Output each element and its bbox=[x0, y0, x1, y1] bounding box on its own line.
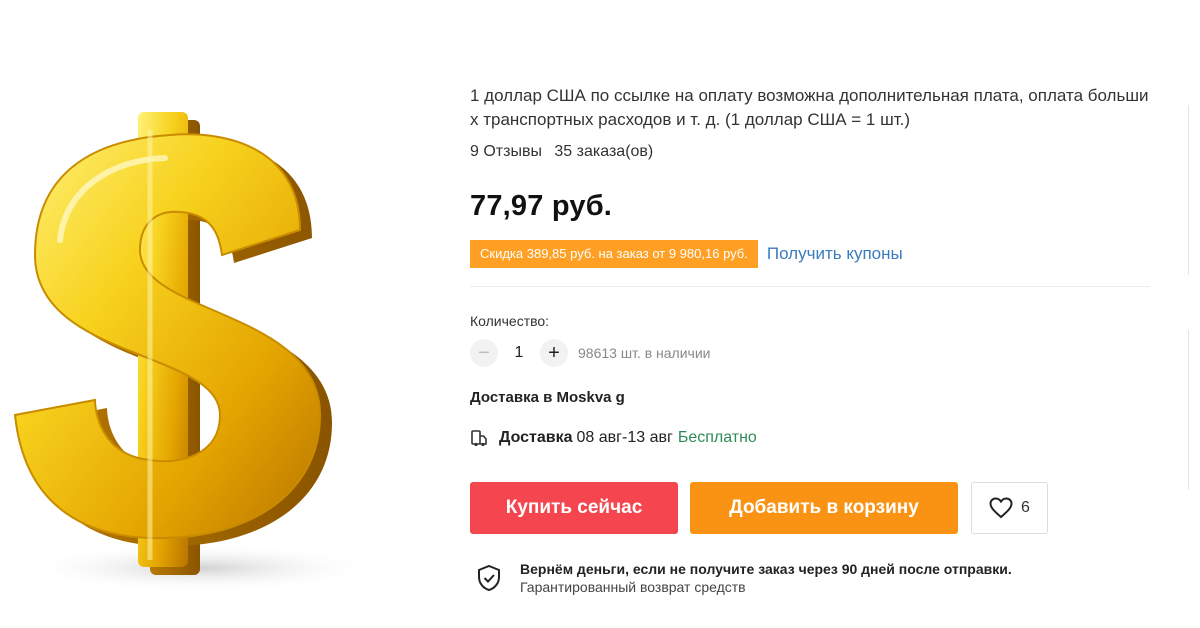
side-panel-edge bbox=[1188, 105, 1200, 275]
reviews-count[interactable]: 9 Отзывы bbox=[470, 143, 542, 160]
product-info-panel: 1 доллар США по ссылке на оплату возможн… bbox=[467, 0, 1170, 628]
product-title: 1 доллар США по ссылке на оплату возможн… bbox=[470, 86, 1149, 129]
quantity-stepper: − 1 + 98613 шт. в наличии bbox=[470, 338, 710, 368]
product-price: 77,97 руб. bbox=[470, 190, 613, 222]
delivery-info: Доставка 08 авг-13 авг Бесплатно bbox=[470, 429, 757, 447]
quantity-decrease-button[interactable]: − bbox=[470, 339, 498, 367]
wishlist-count: 6 bbox=[1021, 499, 1030, 516]
guarantee-subtitle: Гарантированный возврат средств bbox=[520, 579, 746, 595]
delivery-label: Доставка bbox=[499, 429, 573, 446]
product-image[interactable] bbox=[0, 0, 440, 628]
buyer-protection: Вернём деньги, если не получите заказ че… bbox=[476, 560, 1012, 596]
truck-icon bbox=[471, 430, 487, 447]
product-stats: 9 Отзывы 35 заказа(ов) bbox=[470, 143, 653, 161]
delivery-destination[interactable]: Доставка в Moskva g bbox=[470, 389, 625, 406]
quantity-increase-button[interactable]: + bbox=[540, 339, 568, 367]
add-to-cart-button[interactable]: Добавить в корзину bbox=[690, 482, 958, 534]
guarantee-title: Вернём деньги, если не получите заказ че… bbox=[520, 561, 1012, 577]
heart-icon bbox=[989, 497, 1013, 519]
coupon-badge: Скидка 389,85 руб. на заказ от 9 980,16 … bbox=[467, 240, 758, 268]
shield-check-icon bbox=[478, 564, 500, 592]
side-panel-edge bbox=[1188, 330, 1200, 490]
orders-count: 35 заказа(ов) bbox=[554, 143, 654, 160]
delivery-dates: 08 авг-13 авг bbox=[576, 429, 673, 446]
delivery-cost: Бесплатно bbox=[677, 429, 757, 446]
get-coupons-link[interactable]: Получить купоны bbox=[767, 244, 903, 264]
buy-now-button[interactable]: Купить сейчас bbox=[470, 482, 678, 534]
wishlist-button[interactable]: 6 bbox=[971, 482, 1048, 534]
coupon-row: Скидка 389,85 руб. на заказ от 9 980,16 … bbox=[467, 240, 903, 268]
quantity-label: Количество: bbox=[470, 313, 550, 329]
quantity-input[interactable]: 1 bbox=[498, 344, 540, 362]
divider bbox=[470, 286, 1150, 287]
stock-available: 98613 шт. в наличии bbox=[578, 345, 711, 361]
gold-dollar-sign-image bbox=[13, 112, 380, 592]
